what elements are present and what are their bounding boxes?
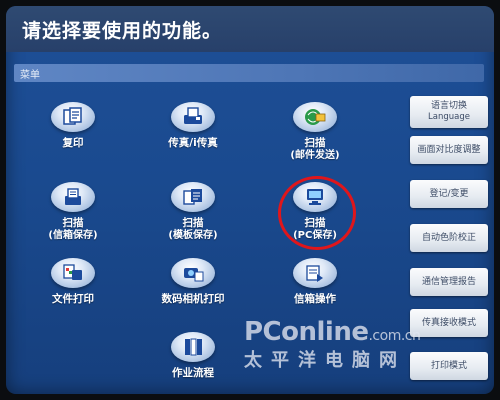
scan-template-function[interactable]: 扫描 (模板保存) — [138, 182, 248, 242]
fax-icon — [184, 107, 202, 124]
fax-receive-mode-label: 传真接收模式 — [421, 317, 476, 328]
copy-function[interactable]: 复印 — [18, 102, 128, 150]
camera-print-button[interactable] — [171, 258, 215, 288]
scan-template-sub: (模板保存) — [168, 230, 218, 241]
scan-email-icon — [305, 109, 326, 125]
scan-pc-button[interactable] — [293, 182, 337, 212]
mailbox-operation-label: 信箱操作 — [294, 293, 336, 305]
title-bar: 请选择要使用的功能。 — [6, 6, 494, 52]
print-mode-label: 打印模式 — [430, 360, 467, 371]
job-flow-button[interactable] — [171, 332, 215, 362]
copy-icon — [63, 107, 82, 125]
fax-receive-mode-button[interactable]: 传真接收模式 — [410, 309, 488, 337]
mailbox-operation-button[interactable] — [293, 258, 337, 288]
register-change-button[interactable]: 登记/变更 — [410, 180, 488, 208]
menu-strip: 菜单 — [14, 64, 484, 82]
copy-label: 复印 — [62, 137, 84, 149]
print-mode-button[interactable]: 打印模式 — [410, 352, 488, 380]
scan-pc-icon — [307, 189, 323, 205]
file-print-label: 文件打印 — [52, 293, 94, 305]
file-print-button[interactable] — [51, 258, 95, 288]
job-flow-function[interactable]: 作业流程 — [138, 332, 248, 380]
language-label: 语言切换 — [430, 101, 467, 111]
contrast-adjust-label: 画面对比度调整 — [417, 144, 481, 155]
watermark: PConline.com.cn 太平洋电脑网 — [244, 317, 421, 372]
scan-email-label: 扫描 — [304, 137, 326, 149]
scan-mailbox-button[interactable] — [51, 182, 95, 212]
job-flow-icon — [185, 338, 202, 356]
fax-button[interactable] — [171, 102, 215, 132]
menu-label: 菜单 — [20, 70, 40, 81]
auto-gradation-button[interactable]: 自动色阶校正 — [410, 224, 488, 252]
scan-mailbox-label: 扫描 — [62, 217, 84, 229]
communication-report-button[interactable]: 通信管理报告 — [410, 268, 488, 296]
touch-screen: 请选择要使用的功能。 菜单 复印 传真/i传真 扫描 (邮件发送) 扫描 (信箱… — [6, 6, 494, 394]
mailbox-operation-icon — [306, 265, 323, 282]
fax-function[interactable]: 传真/i传真 — [138, 102, 248, 150]
language-button[interactable]: 语言切换 Language — [410, 96, 488, 128]
page-title: 请选择要使用的功能。 — [22, 20, 223, 42]
file-print-function[interactable]: 文件打印 — [18, 258, 128, 306]
job-flow-label: 作业流程 — [172, 367, 214, 379]
communication-report-label: 通信管理报告 — [421, 276, 476, 287]
contrast-adjust-button[interactable]: 画面对比度调整 — [410, 136, 488, 164]
watermark-chinese: 太平洋电脑网 — [244, 350, 406, 371]
language-sub-label: Language — [428, 112, 470, 122]
scan-pc-label: 扫描 — [304, 217, 326, 229]
fax-label: 传真/i传真 — [168, 137, 218, 149]
watermark-brand-line: PConline.com.cn — [244, 317, 421, 350]
camera-print-icon — [184, 268, 204, 282]
scan-template-button[interactable] — [171, 182, 215, 212]
mailbox-operation-function[interactable]: 信箱操作 — [260, 258, 370, 306]
scan-pc-function[interactable]: 扫描 (PC保存) — [260, 182, 370, 242]
camera-print-label: 数码相机打印 — [161, 293, 225, 305]
scan-template-icon — [183, 189, 202, 205]
scan-mailbox-sub: (信箱保存) — [48, 230, 98, 241]
scan-template-label: 扫描 — [182, 217, 204, 229]
scan-email-function[interactable]: 扫描 (邮件发送) — [260, 102, 370, 162]
auto-gradation-label: 自动色阶校正 — [421, 232, 476, 243]
copy-button[interactable] — [51, 102, 95, 132]
file-print-icon — [63, 264, 82, 280]
scan-mailbox-function[interactable]: 扫描 (信箱保存) — [18, 182, 128, 242]
watermark-brand: PConline — [244, 317, 369, 347]
scan-pc-sub: (PC保存) — [293, 230, 337, 241]
register-change-label: 登记/变更 — [429, 188, 469, 199]
camera-print-function[interactable]: 数码相机打印 — [138, 258, 248, 306]
scan-mailbox-icon — [65, 188, 81, 205]
scan-email-button[interactable] — [293, 102, 337, 132]
scan-email-sub: (邮件发送) — [290, 150, 340, 161]
